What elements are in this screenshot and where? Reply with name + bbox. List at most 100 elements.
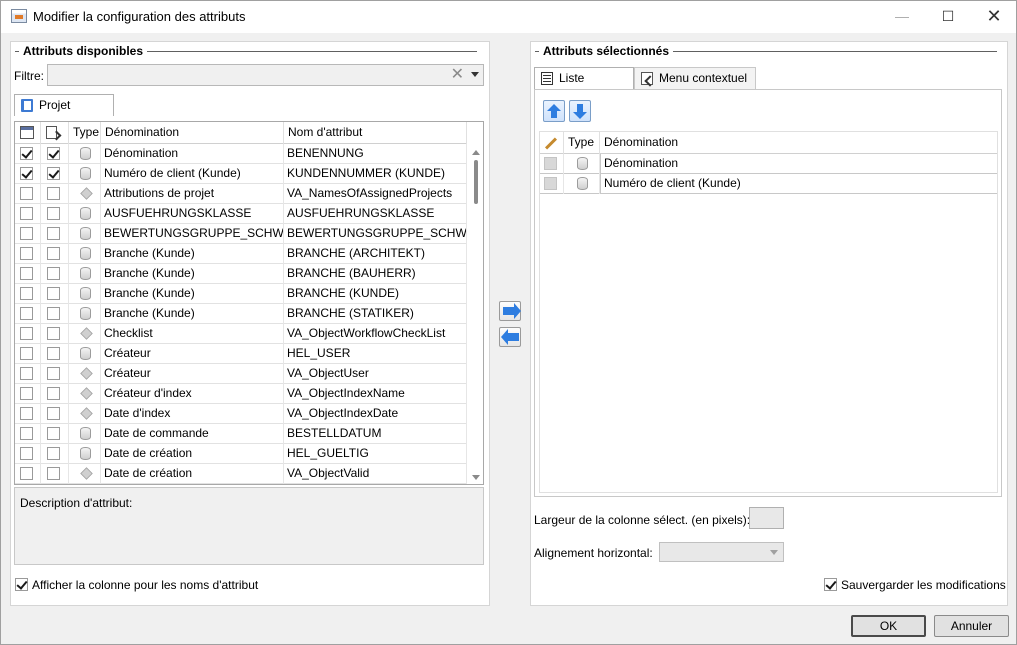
visible-checkbox[interactable] xyxy=(20,287,33,300)
visible-checkbox[interactable] xyxy=(20,207,33,220)
visible-checkbox[interactable] xyxy=(20,467,33,480)
visible-checkbox[interactable] xyxy=(20,367,33,380)
header-name[interactable]: Dénomination xyxy=(101,122,284,144)
database-icon xyxy=(80,347,91,360)
selected-checkbox[interactable] xyxy=(47,367,60,380)
add-attribute-button[interactable] xyxy=(499,301,521,321)
scroll-down-icon[interactable] xyxy=(472,475,480,480)
visible-checkbox[interactable] xyxy=(20,387,33,400)
filter-combobox[interactable]: ✕ xyxy=(47,64,484,86)
visible-checkbox[interactable] xyxy=(20,167,33,180)
header-type[interactable]: Type xyxy=(564,132,600,154)
header-name[interactable]: Dénomination xyxy=(600,132,997,154)
column-width-input[interactable] xyxy=(749,507,784,529)
name-cell: Date de création xyxy=(101,464,284,484)
table-row[interactable]: Checklist VA_ObjectWorkflowCheckList xyxy=(15,324,467,344)
row-select-box[interactable] xyxy=(544,157,557,170)
tab-projet[interactable]: Projet xyxy=(14,94,114,116)
visible-checkbox[interactable] xyxy=(20,187,33,200)
show-attr-column-checkbox[interactable] xyxy=(15,578,28,592)
row-select-box[interactable] xyxy=(544,177,557,190)
name-cell: Date d'index xyxy=(101,404,284,424)
list-item[interactable]: Dénomination xyxy=(540,154,997,174)
table-row[interactable]: Branche (Kunde) BRANCHE (BAUHERR) xyxy=(15,264,467,284)
type-cell xyxy=(69,264,101,284)
visible-checkbox[interactable] xyxy=(20,147,33,160)
selected-checkbox[interactable] xyxy=(47,307,60,320)
minimize-button[interactable]: — xyxy=(879,1,925,33)
clear-icon[interactable]: ✕ xyxy=(451,65,464,85)
visible-checkbox[interactable] xyxy=(20,227,33,240)
selected-checkbox[interactable] xyxy=(47,427,60,440)
save-changes-option[interactable]: Sauvergarder les modifications xyxy=(824,578,1006,592)
selected-checkbox[interactable] xyxy=(47,387,60,400)
scroll-up-icon[interactable] xyxy=(472,150,480,155)
table-row[interactable]: Créateur HEL_USER xyxy=(15,344,467,364)
table-row[interactable]: Date de commande BESTELLDATUM xyxy=(15,424,467,444)
table-row[interactable]: Dénomination BENENNUNG xyxy=(15,144,467,164)
visible-checkbox[interactable] xyxy=(20,407,33,420)
close-button[interactable]: ✕ xyxy=(971,1,1017,33)
header-attr-name[interactable]: Nom d'attribut xyxy=(284,122,467,144)
save-changes-checkbox[interactable] xyxy=(824,578,837,592)
table-row[interactable]: Attributions de projet VA_NamesOfAssigned… xyxy=(15,184,467,204)
selected-attributes-title: Attributs sélectionnés xyxy=(539,44,674,58)
show-attr-column-option[interactable]: Afficher la colonne pour les noms d'attr… xyxy=(15,578,258,592)
available-attributes-table[interactable]: Type Dénomination Nom d'attribut Dénomin… xyxy=(14,121,484,485)
table-row[interactable]: BEWERTUNGSGRUPPE_SCHWEISSNBEWERTUNGSGRUP… xyxy=(15,224,467,244)
table-row[interactable]: AUSFUEHRUNGSKLASSE AUSFUEHRUNGSKLASSE xyxy=(15,204,467,224)
visible-checkbox[interactable] xyxy=(20,267,33,280)
table-row[interactable]: Créateur VA_ObjectUser xyxy=(15,364,467,384)
selected-checkbox[interactable] xyxy=(47,207,60,220)
selected-checkbox[interactable] xyxy=(47,467,60,480)
visible-checkbox[interactable] xyxy=(20,427,33,440)
selected-checkbox[interactable] xyxy=(47,447,60,460)
table-row[interactable]: Branche (Kunde) BRANCHE (STATIKER) xyxy=(15,304,467,324)
move-up-button[interactable] xyxy=(543,100,565,122)
tab-liste[interactable]: Liste xyxy=(534,67,634,89)
selected-checkbox[interactable] xyxy=(47,267,60,280)
visible-checkbox[interactable] xyxy=(20,307,33,320)
table-row[interactable]: Branche (Kunde) BRANCHE (ARCHITEKT) xyxy=(15,244,467,264)
chevron-down-icon[interactable] xyxy=(471,72,479,77)
table-row[interactable]: Numéro de client (Kunde) KUNDENNUMMER (KU… xyxy=(15,164,467,184)
selected-checkbox[interactable] xyxy=(47,247,60,260)
visible-checkbox[interactable] xyxy=(20,447,33,460)
horizontal-alignment-select[interactable] xyxy=(659,542,784,562)
attr-name-cell: HEL_GUELTIG xyxy=(284,444,467,464)
database-icon xyxy=(80,167,91,180)
cancel-button[interactable]: Annuler xyxy=(934,615,1009,637)
visible-checkbox[interactable] xyxy=(20,247,33,260)
selected-checkbox[interactable] xyxy=(47,347,60,360)
table-row[interactable]: Date de création VA_ObjectValid xyxy=(15,464,467,484)
table-row[interactable]: Créateur d'index VA_ObjectIndexName xyxy=(15,384,467,404)
maximize-button[interactable]: ☐ xyxy=(925,1,971,33)
selected-checkbox[interactable] xyxy=(47,287,60,300)
list-item[interactable]: Numéro de client (Kunde) xyxy=(540,174,997,194)
name-cell: Dénomination xyxy=(101,144,284,164)
tab-menu-contextuel[interactable]: Menu contextuel xyxy=(634,67,756,89)
database-icon xyxy=(80,247,91,260)
header-selected-col[interactable] xyxy=(41,122,69,144)
selected-checkbox[interactable] xyxy=(47,147,60,160)
visible-checkbox[interactable] xyxy=(20,327,33,340)
table-row[interactable]: Branche (Kunde) BRANCHE (KUNDE) xyxy=(15,284,467,304)
scroll-thumb[interactable] xyxy=(474,160,478,204)
selected-checkbox[interactable] xyxy=(47,187,60,200)
header-type[interactable]: Type xyxy=(69,122,101,144)
remove-attribute-button[interactable] xyxy=(499,327,521,347)
table-row[interactable]: Date de création HEL_GUELTIG xyxy=(15,444,467,464)
visible-checkbox[interactable] xyxy=(20,347,33,360)
selected-checkbox[interactable] xyxy=(47,407,60,420)
selected-checkbox[interactable] xyxy=(47,167,60,180)
ok-button[interactable]: OK xyxy=(851,615,926,637)
selected-attributes-table[interactable]: Type Dénomination Dénomination Numéro de … xyxy=(539,131,998,493)
selected-checkbox[interactable] xyxy=(47,327,60,340)
header-edit-col[interactable] xyxy=(540,132,564,154)
header-visible-col[interactable] xyxy=(15,122,41,144)
table-row[interactable]: Date d'index VA_ObjectIndexDate xyxy=(15,404,467,424)
vertical-scrollbar[interactable] xyxy=(468,144,483,484)
move-down-button[interactable] xyxy=(569,100,591,122)
selected-checkbox[interactable] xyxy=(47,227,60,240)
title-bar[interactable]: Modifier la configuration des attributs … xyxy=(1,1,1016,33)
